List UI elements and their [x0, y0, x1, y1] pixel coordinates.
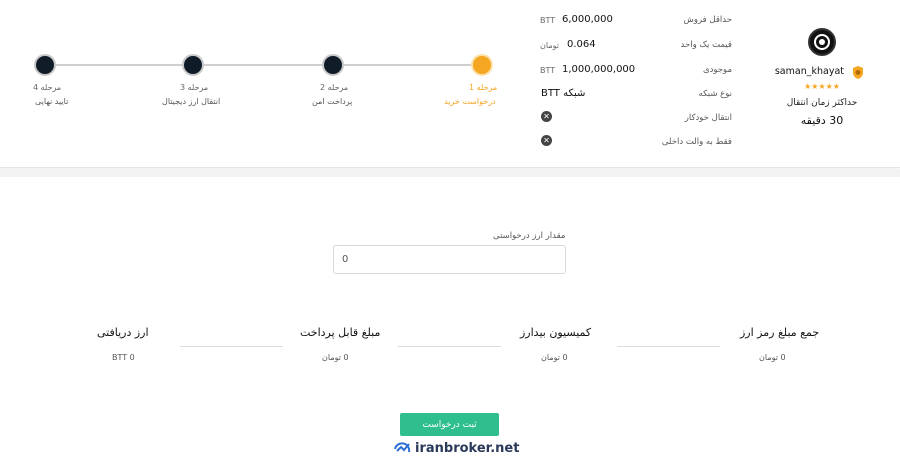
iranbroker-logo-icon [394, 442, 411, 453]
bittorrent-icon [814, 34, 830, 50]
stepper-line [46, 64, 482, 66]
auto-transfer-disabled-icon: ✕ [541, 111, 552, 122]
min-sale-unit: BTT [540, 16, 556, 25]
submit-request-button[interactable]: ثبت درخواست [400, 413, 499, 436]
step-1-title: درخواست خرید [444, 97, 496, 106]
network-type-value: شبکه BTT [541, 88, 586, 99]
step-4-title: تایید نهایی [35, 97, 69, 106]
commission-value: 0 تومان [541, 353, 568, 362]
verified-badge-icon [853, 66, 863, 79]
max-transfer-time-label: حداکثر زمان انتقال [786, 98, 858, 108]
step-3-dot [182, 54, 204, 76]
step-3-title: انتقال ارز دیجیتال [162, 97, 221, 106]
seller-name[interactable]: saman_khayat [775, 66, 844, 77]
requested-amount-label: مقدار ارز درخواستی [493, 231, 566, 241]
summary-separator [180, 346, 283, 347]
max-transfer-time-value: 30 دقیقه [800, 114, 844, 127]
step-4-number: مرحله 4 [33, 83, 62, 92]
step-2-dot [322, 54, 344, 76]
payable-amount-value: 0 تومان [322, 353, 349, 362]
summary-separator [398, 346, 501, 347]
internal-wallet-label: فقط به والت داخلی [661, 137, 732, 147]
unit-price-label: قیمت یک واحد [680, 40, 732, 50]
total-crypto-amount-value: 0 تومان [759, 353, 786, 362]
received-currency-value: BTT 0 [112, 353, 135, 362]
step-2-title: پرداخت امن [312, 97, 353, 106]
network-type-label: نوع شبکه [698, 89, 732, 99]
total-crypto-amount-title: جمع مبلغ رمز ارز [740, 326, 820, 339]
commission-title: کمیسیون بیدارز [520, 326, 592, 339]
step-2-number: مرحله 2 [320, 83, 349, 92]
requested-amount-input[interactable] [333, 245, 566, 274]
stock-unit: BTT [540, 66, 556, 75]
received-currency-title: ارز دریافتی [97, 326, 149, 339]
unit-price-value: 0.064 [567, 39, 596, 50]
step-1-dot [471, 54, 493, 76]
step-1-number: مرحله 1 [469, 83, 498, 92]
min-sale-value: 6,000,000 [562, 14, 613, 25]
min-sale-label: حداقل فروش [683, 15, 732, 25]
rating-stars: ★★★★★ [804, 82, 840, 91]
summary-separator [617, 346, 720, 347]
step-3-number: مرحله 3 [180, 83, 209, 92]
unit-price-unit: تومان [540, 41, 559, 50]
step-4-dot [34, 54, 56, 76]
auto-transfer-label: انتقال خودکار [684, 113, 732, 123]
stock-value: 1,000,000,000 [562, 64, 636, 75]
avatar[interactable] [808, 28, 836, 56]
payable-amount-title: مبلغ قابل پرداخت [300, 326, 381, 339]
watermark-text: iranbroker.net [415, 441, 520, 456]
order-info-card [0, 0, 900, 168]
divider-band [0, 169, 900, 177]
seller-block: saman_khayat ★★★★★ حداکثر زمان انتقال 30… [772, 28, 872, 127]
stock-label: موجودی [702, 65, 732, 75]
internal-wallet-disabled-icon: ✕ [541, 135, 552, 146]
